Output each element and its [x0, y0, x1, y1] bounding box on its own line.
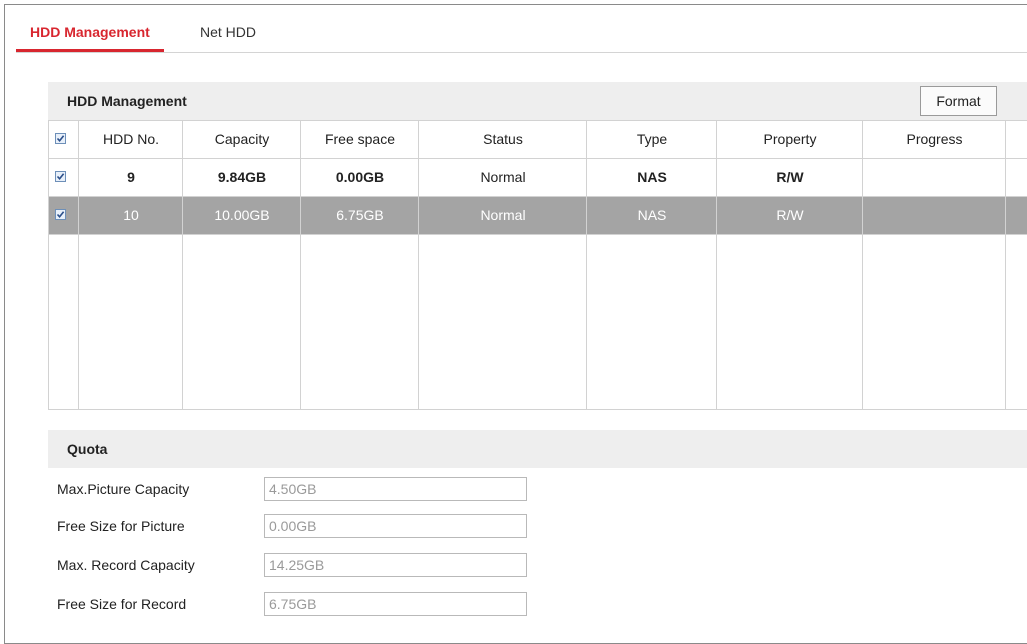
- grid-line: [418, 120, 419, 410]
- cell-status: Normal: [480, 207, 526, 223]
- free-size-picture-field[interactable]: [264, 514, 527, 538]
- column-header-type[interactable]: Type: [587, 120, 717, 158]
- cell-free-space: 0.00GB: [335, 169, 385, 185]
- max-picture-capacity-label: Max.Picture Capacity: [57, 481, 190, 497]
- table-row[interactable]: 9 9.84GB 0.00GB Normal NAS R/W: [48, 158, 1027, 196]
- column-header-status[interactable]: Status: [419, 120, 587, 158]
- grid-line: [716, 120, 717, 410]
- grid-line: [586, 120, 587, 410]
- grid-line: [48, 120, 49, 410]
- row-checkbox[interactable]: [55, 171, 66, 182]
- grid-line: [48, 158, 1027, 159]
- grid-line: [48, 234, 1027, 235]
- select-all-checkbox[interactable]: [55, 133, 66, 144]
- tab-net-hdd[interactable]: Net HDD: [186, 14, 270, 52]
- grid-line: [862, 120, 863, 410]
- free-size-picture-label: Free Size for Picture: [57, 518, 185, 534]
- checkmark-icon: [56, 211, 65, 219]
- cell-type: NAS: [637, 207, 667, 223]
- cell-capacity: 10.00GB: [214, 207, 270, 223]
- cell-property: R/W: [776, 169, 804, 185]
- grid-line: [48, 120, 1027, 121]
- tab-bar: HDD Management Net HDD: [16, 14, 1027, 53]
- max-record-capacity-field[interactable]: [264, 553, 527, 577]
- grid-line: [48, 196, 1027, 197]
- grid-line: [300, 120, 301, 410]
- column-header-free-space[interactable]: Free space: [301, 120, 419, 158]
- table-header-row: HDD No. Capacity Free space Status Type …: [48, 120, 1027, 158]
- grid-line: [182, 120, 183, 410]
- cell-property: R/W: [776, 207, 804, 223]
- table-row-selected[interactable]: 10 10.00GB 6.75GB Normal NAS R/W: [48, 196, 1027, 234]
- quota-header: Quota: [48, 430, 1027, 468]
- cell-hdd-no: 10: [123, 207, 139, 223]
- grid-line: [1005, 120, 1006, 410]
- hdd-table: HDD No. Capacity Free space Status Type …: [48, 120, 1027, 410]
- column-header-property[interactable]: Property: [717, 120, 863, 158]
- free-size-record-label: Free Size for Record: [57, 596, 187, 612]
- max-record-capacity-label: Max. Record Capacity: [57, 557, 195, 573]
- cell-status: Normal: [480, 169, 526, 185]
- hdd-management-header: HDD Management: [48, 82, 1027, 120]
- column-header-hdd-no[interactable]: HDD No.: [79, 120, 183, 158]
- format-button[interactable]: Format: [920, 86, 997, 116]
- max-picture-capacity-field[interactable]: [264, 477, 527, 501]
- checkmark-icon: [56, 135, 65, 143]
- grid-line: [48, 409, 1027, 410]
- checkmark-icon: [56, 173, 65, 181]
- cell-capacity: 9.84GB: [217, 169, 267, 185]
- grid-line: [78, 120, 79, 410]
- cell-type: NAS: [637, 169, 667, 185]
- cell-progress: [863, 158, 1006, 196]
- free-size-record-field[interactable]: [264, 592, 527, 616]
- tab-hdd-management[interactable]: HDD Management: [16, 14, 164, 52]
- row-checkbox[interactable]: [55, 209, 66, 220]
- cell-progress: [863, 196, 1006, 234]
- cell-free-space: 6.75GB: [336, 207, 384, 223]
- cell-hdd-no: 9: [127, 169, 135, 185]
- column-header-progress[interactable]: Progress: [863, 120, 1006, 158]
- column-header-capacity[interactable]: Capacity: [183, 120, 301, 158]
